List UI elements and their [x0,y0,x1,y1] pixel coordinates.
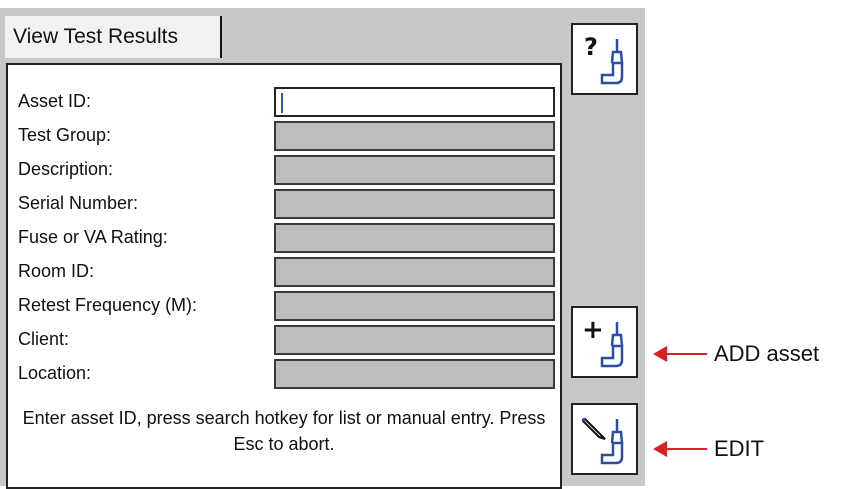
form-row-location: Location: [8,357,560,391]
field-label: Asset ID: [18,91,92,111]
help-probe-icon: ? [584,33,624,85]
field-label: Serial Number: [18,193,139,213]
form-row-room-id: Room ID: [8,255,560,289]
test-group-field[interactable] [274,121,555,151]
add-asset-button[interactable]: + [571,306,638,378]
field-label: Location: [18,363,92,383]
asset-form-panel: Asset ID: Test Group: Description: Seria… [6,63,562,489]
description-field[interactable] [274,155,555,185]
form-row-description: Description: [8,153,560,187]
form-row-client: Client: [8,323,560,357]
pencil-icon [581,417,606,440]
instruction-text: Enter asset ID, press search hotkey for … [22,408,546,454]
room-id-field[interactable] [274,257,555,287]
retest-frequency-field[interactable] [274,291,555,321]
field-label: Test Group: [18,125,112,145]
serial-number-field[interactable] [274,189,555,219]
fuse-rating-field[interactable] [274,223,555,253]
asset-id-input[interactable] [274,87,555,117]
field-label: Room ID: [18,261,95,281]
edit-probe-icon [581,417,624,465]
field-label: Client: [18,329,70,349]
form-row-serial-number: Serial Number: [8,187,560,221]
field-label: Description: [18,159,114,179]
field-label: Fuse or VA Rating: [18,227,168,247]
add-annotation-arrow [653,346,707,362]
edit-asset-button[interactable] [571,403,638,475]
help-button[interactable]: ? [571,23,638,95]
edit-annotation-arrow [653,441,707,457]
add-glyph: + [582,315,604,345]
form-row-fuse-rating: Fuse or VA Rating: [8,221,560,255]
form-row-asset-id: Asset ID: [8,85,560,119]
tab-view-test-results[interactable]: View Test Results [5,16,222,58]
add-annotation-label: ADD asset [714,341,820,366]
form-row-retest-frequency: Retest Frequency (M): [8,289,560,323]
add-probe-icon: + [582,315,624,368]
client-field[interactable] [274,325,555,355]
location-field[interactable] [274,359,555,389]
edit-annotation-label: EDIT [714,436,765,461]
form-row-test-group: Test Group: [8,119,560,153]
field-label: Retest Frequency (M): [18,295,198,315]
text-caret [281,93,283,113]
help-glyph: ? [584,33,598,61]
device-screen: View Test Results Asset ID: Test Group: … [0,8,645,489]
